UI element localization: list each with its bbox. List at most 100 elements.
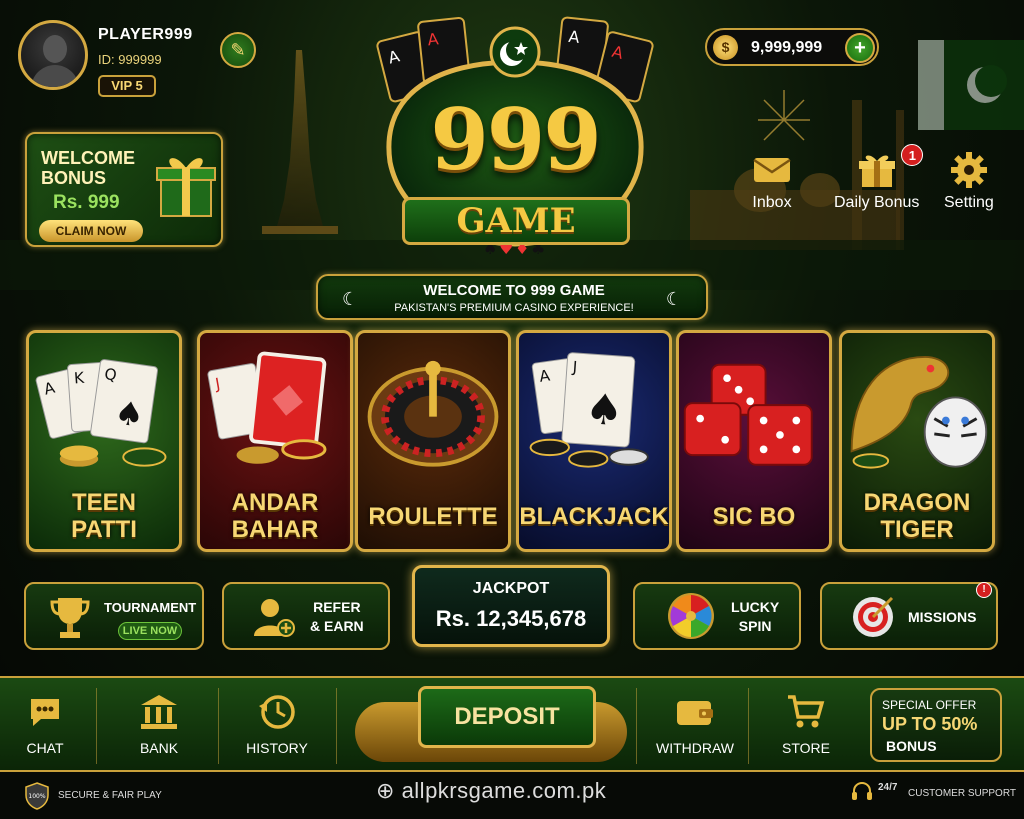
game-card-dragon-tiger[interactable]: DRAGON TIGER bbox=[839, 330, 995, 552]
roulette-wheel-icon bbox=[367, 360, 499, 467]
missions-button[interactable]: MISSIONS ! bbox=[820, 582, 998, 650]
store-button[interactable]: STORE bbox=[770, 692, 842, 756]
claim-now-button[interactable]: CLAIM NOW bbox=[39, 220, 143, 242]
chat-label: CHAT bbox=[26, 740, 64, 756]
coin-icon: $ bbox=[713, 35, 738, 60]
store-label: STORE bbox=[782, 740, 830, 756]
target-icon bbox=[853, 596, 894, 637]
vip-badge: VIP 5 bbox=[98, 75, 156, 97]
welcome-bonus-amount: Rs. 999 bbox=[53, 192, 120, 213]
shield-icon: 100% bbox=[25, 782, 49, 810]
tournament-button[interactable]: TOURNAMENT LIVE NOW bbox=[24, 582, 204, 650]
gear-icon bbox=[944, 150, 994, 190]
welcome-banner-title: WELCOME TO 999 GAME bbox=[423, 282, 605, 299]
gift-icon: 1 bbox=[834, 144, 924, 190]
game-title: SIC BO bbox=[712, 503, 796, 530]
history-clock-icon bbox=[240, 692, 314, 732]
game-lobby: PLAYER999 ID: 999999 VIP 5 ✎ WELCOME BON… bbox=[0, 0, 1024, 819]
deposit-button[interactable]: DEPOSIT bbox=[418, 686, 596, 748]
svg-text:♠: ♠ bbox=[112, 393, 146, 435]
svg-text:A: A bbox=[568, 27, 581, 47]
bank-label: BANK bbox=[139, 740, 179, 756]
game-card-andar-bahar[interactable]: J ANDAR BAHAR bbox=[197, 330, 353, 552]
spin-wheel-icon bbox=[668, 593, 714, 639]
add-funds-button[interactable]: + bbox=[845, 33, 875, 63]
svg-text:100%: 100% bbox=[28, 793, 45, 800]
customer-support-button[interactable]: 24/7 CUSTOMER SUPPORT bbox=[850, 780, 1016, 809]
game-title: ANDAR BAHAR bbox=[231, 489, 319, 543]
special-offer-button[interactable]: SPECIAL OFFER UP TO 50% BONUS bbox=[870, 688, 1002, 762]
svg-text:♠: ♠ bbox=[584, 384, 625, 436]
history-button[interactable]: HISTORY bbox=[240, 692, 314, 756]
game-logo: A A A A ♠ ♥ ♦ ♣ 999 GAME bbox=[360, 12, 670, 272]
offer-percent: UP TO 50% bbox=[882, 714, 978, 734]
cart-icon bbox=[770, 692, 842, 732]
welcome-bonus-card[interactable]: WELCOME BONUS Rs. 999 CLAIM NOW bbox=[25, 132, 223, 247]
daily-bonus-label: Daily Bonus bbox=[834, 194, 920, 211]
player-id: ID: 999999 bbox=[98, 52, 162, 67]
logo-word: GAME bbox=[456, 201, 576, 241]
game-title: BLACKJACK bbox=[519, 503, 669, 530]
history-label: HISTORY bbox=[246, 740, 308, 756]
bottom-nav: CHAT BANK HISTORY DEPOSIT WITHDRAW STORE… bbox=[0, 676, 1024, 772]
withdraw-label: WITHDRAW bbox=[655, 740, 735, 756]
secure-label: SECURE & FAIR PLAY bbox=[58, 790, 162, 801]
inbox-label: Inbox bbox=[752, 194, 792, 211]
svg-text:Q: Q bbox=[103, 365, 117, 385]
refer-earn-button[interactable]: REFER & EARN bbox=[222, 582, 390, 650]
game-card-teen-patti[interactable]: A K Q ♠ TEEN PATTI bbox=[26, 330, 182, 552]
bank-icon bbox=[124, 692, 194, 732]
welcome-bonus-title: WELCOME BONUS bbox=[41, 148, 135, 188]
bank-button[interactable]: BANK bbox=[124, 692, 194, 756]
game-title: TEEN PATTI bbox=[71, 489, 137, 543]
envelope-icon bbox=[752, 150, 792, 190]
secure-fair-play: 100% SECURE & FAIR PLAY bbox=[24, 782, 162, 815]
svg-text:A: A bbox=[427, 29, 440, 49]
footer: 100% SECURE & FAIR PLAY ⊕ allpkrsgame.co… bbox=[0, 772, 1024, 819]
offer-title: SPECIAL OFFER bbox=[882, 698, 977, 712]
jackpot-value: Rs. 12,345,678 bbox=[435, 606, 587, 631]
welcome-banner: ☾ WELCOME TO 999 GAME PAKISTAN'S PREMIUM… bbox=[316, 274, 708, 320]
player-name: PLAYER999 bbox=[98, 26, 193, 43]
jackpot-label: JACKPOT bbox=[472, 580, 550, 597]
game-card-roulette[interactable]: ROULETTE bbox=[355, 330, 511, 552]
setting-label: Setting bbox=[944, 194, 994, 211]
coin-balance: $ 9,999,999 + bbox=[705, 28, 879, 66]
edit-profile-button[interactable]: ✎ bbox=[220, 32, 256, 68]
game-card-sic-bo[interactable]: SIC BO bbox=[676, 330, 832, 552]
dice-icon bbox=[683, 363, 813, 466]
withdraw-button[interactable]: WITHDRAW bbox=[650, 692, 740, 756]
dragon-tiger-icon bbox=[850, 356, 988, 469]
globe-icon: ⊕ bbox=[376, 778, 395, 803]
support-label: CUSTOMER SUPPORT bbox=[908, 788, 1016, 799]
welcome-banner-subtitle: PAKISTAN'S PREMIUM CASINO EXPERIENCE! bbox=[394, 302, 634, 314]
chat-bubble-icon bbox=[10, 692, 80, 732]
site-url[interactable]: ⊕ allpkrsgame.com.pk bbox=[376, 778, 606, 804]
balance-value: 9,999,999 bbox=[751, 39, 823, 56]
chat-button[interactable]: CHAT bbox=[10, 692, 80, 756]
setting-button[interactable]: Setting bbox=[944, 150, 994, 212]
jackpot-display: JACKPOT Rs. 12,345,678 bbox=[412, 565, 610, 647]
offer-bonus: BONUS bbox=[886, 738, 937, 754]
logo-number: 999 bbox=[430, 90, 601, 189]
playing-cards-icon: J bbox=[207, 351, 327, 464]
support-247: 24/7 bbox=[878, 782, 898, 793]
game-card-blackjack[interactable]: A J ♠ BLACKJACK bbox=[516, 330, 672, 552]
pencil-icon: ✎ bbox=[230, 39, 246, 60]
lucky-spin-label: LUCKY SPIN bbox=[731, 599, 780, 634]
live-now-badge: LIVE NOW bbox=[118, 622, 182, 640]
missions-label: MISSIONS bbox=[908, 609, 977, 625]
game-title: DRAGON TIGER bbox=[863, 489, 971, 543]
gift-box-icon bbox=[156, 158, 216, 217]
lucky-spin-button[interactable]: LUCKY SPIN bbox=[633, 582, 801, 650]
tournament-label: TOURNAMENT bbox=[104, 600, 197, 615]
player-profile[interactable]: PLAYER999 ID: 999999 VIP 5 ✎ bbox=[10, 12, 265, 102]
refer-earn-label: REFER & EARN bbox=[310, 599, 364, 634]
missions-badge: ! bbox=[976, 582, 992, 598]
game-title: ROULETTE bbox=[368, 503, 498, 530]
inbox-button[interactable]: Inbox bbox=[752, 150, 792, 212]
daily-bonus-button[interactable]: 1 Daily Bonus bbox=[834, 144, 924, 212]
trophy-icon bbox=[50, 598, 90, 638]
avatar[interactable] bbox=[18, 20, 88, 90]
crescent-icon: ☾ bbox=[665, 289, 682, 309]
